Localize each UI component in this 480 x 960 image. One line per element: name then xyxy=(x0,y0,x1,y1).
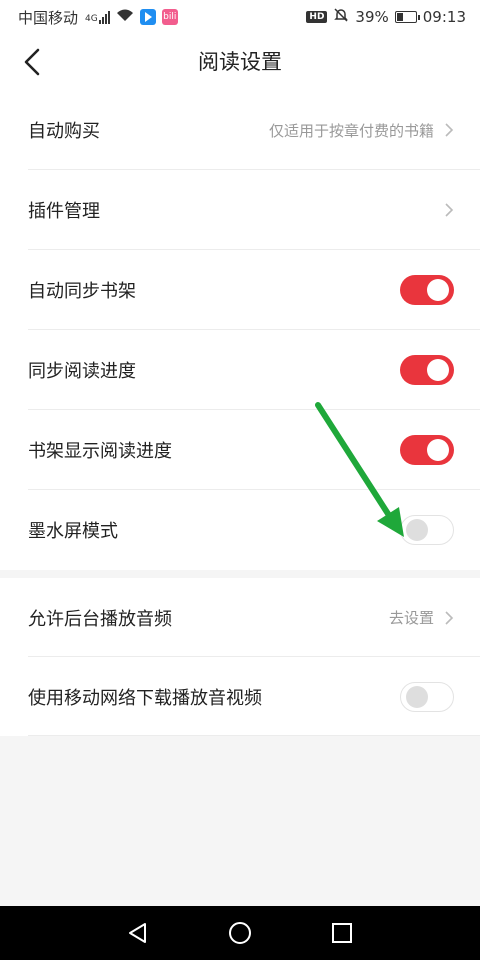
home-circle-icon xyxy=(229,922,251,944)
app-icon-blue xyxy=(139,9,156,25)
recents-square-icon xyxy=(332,923,352,943)
chevron-right-icon xyxy=(445,203,454,217)
setting-shelf-show-progress: 书架显示阅读进度 xyxy=(0,410,480,490)
toggle-knob xyxy=(427,359,449,381)
toggle-knob xyxy=(406,685,428,708)
clock: 09:13 xyxy=(422,8,466,26)
toggle-knob xyxy=(427,439,449,461)
back-button[interactable] xyxy=(18,46,50,78)
setting-label: 书架显示阅读进度 xyxy=(28,441,172,462)
settings-group-audio: 允许后台播放音频 去设置 使用移动网络下载播放音视频 xyxy=(0,578,480,736)
back-triangle-icon xyxy=(129,923,146,943)
toggle-knob xyxy=(427,279,449,301)
mute-bell-icon xyxy=(333,7,349,27)
setting-sync-progress: 同步阅读进度 xyxy=(0,330,480,410)
setting-mobile-download: 使用移动网络下载播放音视频 xyxy=(0,657,480,736)
setting-hint: 去设置 xyxy=(388,609,434,627)
setting-label: 墨水屏模式 xyxy=(28,521,118,542)
page-title: 阅读设置 xyxy=(198,50,282,74)
system-recents-button[interactable] xyxy=(330,921,354,945)
system-back-button[interactable] xyxy=(126,921,150,945)
chevron-left-icon xyxy=(24,48,40,76)
setting-label: 插件管理 xyxy=(28,201,100,222)
battery-percent: 39% xyxy=(355,8,389,26)
setting-auto-sync-shelf: 自动同步书架 xyxy=(0,250,480,330)
setting-plugin-manage[interactable]: 插件管理 xyxy=(0,170,480,250)
toggle-knob xyxy=(406,519,428,541)
chevron-right-icon xyxy=(445,123,454,137)
setting-label: 自动购买 xyxy=(28,121,100,142)
title-bar: 阅读设置 xyxy=(0,34,480,90)
setting-eink-mode: 墨水屏模式 xyxy=(0,490,480,570)
eink-mode-toggle[interactable] xyxy=(400,515,454,545)
system-home-button[interactable] xyxy=(228,921,252,945)
carrier-name: 中国移动 xyxy=(18,8,79,27)
battery-icon xyxy=(394,11,420,23)
network-type: 4G xyxy=(85,13,98,24)
auto-sync-shelf-toggle[interactable] xyxy=(400,275,454,305)
setting-label: 使用移动网络下载播放音视频 xyxy=(28,687,262,709)
wifi-icon xyxy=(116,8,134,26)
app-icon-pink: bili xyxy=(161,9,178,25)
setting-label: 允许后台播放音频 xyxy=(28,608,172,630)
setting-auto-buy[interactable]: 自动购买 仅适用于按章付费的书籍 xyxy=(0,90,480,170)
status-bar: 中国移动 4G bili HD 39% 09:13 xyxy=(0,0,480,34)
settings-group-reading: 自动购买 仅适用于按章付费的书籍 插件管理 自动同步书架 同步阅读进度 书架显示… xyxy=(0,90,480,570)
shelf-show-progress-toggle[interactable] xyxy=(400,435,454,465)
setting-background-audio[interactable]: 允许后台播放音频 去设置 xyxy=(0,578,480,657)
status-left: 中国移动 4G bili xyxy=(18,7,178,28)
chevron-right-icon xyxy=(445,610,454,625)
mobile-download-toggle[interactable] xyxy=(400,681,454,712)
setting-label: 自动同步书架 xyxy=(28,281,136,302)
sync-progress-toggle[interactable] xyxy=(400,355,454,385)
setting-hint: 仅适用于按章付费的书籍 xyxy=(268,121,434,140)
system-nav-bar xyxy=(0,906,480,960)
setting-label: 同步阅读进度 xyxy=(28,361,136,382)
status-right: HD 39% 09:13 xyxy=(306,7,466,27)
signal-icon: 4G xyxy=(84,10,110,24)
hd-icon: HD xyxy=(306,11,328,23)
